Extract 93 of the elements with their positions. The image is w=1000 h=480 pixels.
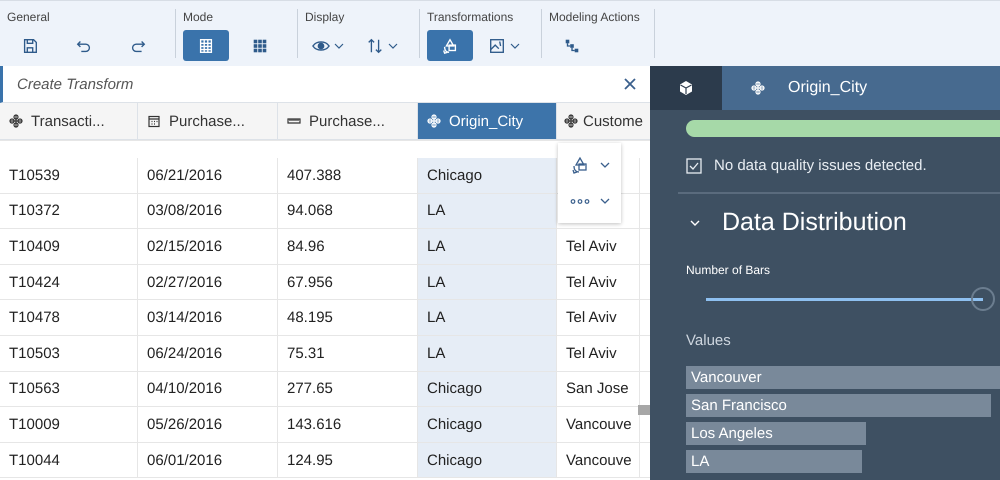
bar-label: San Francisco [691,397,787,414]
column-header[interactable]: Custome [557,103,650,139]
table-cell: T10044 [9,452,60,469]
table-cell: Vancouve [566,416,632,433]
caret-icon [600,162,610,168]
table-cell: Chicago [427,416,482,433]
values-label: Values [686,332,732,349]
table-cell: Tel Aviv [566,309,617,326]
table-cell: San Jose [566,380,629,398]
more-icon [570,198,590,204]
table-cell: T10539 [9,166,60,184]
group-label: Display [305,10,346,24]
table-cell: 06/21/2016 [147,166,222,184]
table-cell: 02/15/2016 [147,238,222,255]
table-cell: 277.65 [287,380,333,398]
dimension-icon [427,114,441,128]
save-icon [21,36,39,54]
caret-icon [600,198,610,204]
sort-arrows-icon [366,36,384,54]
table-cell: LA [427,274,446,291]
table-cell: T10424 [9,274,60,291]
table-cell: LA [427,344,446,362]
table-cell: 75.31 [287,344,325,362]
table-cell: T10409 [9,238,60,255]
cube-icon [678,80,694,96]
transform-button[interactable] [427,30,473,61]
table-cell: 84.96 [287,238,325,255]
table-cell: T10372 [9,202,60,220]
column-title: Purchase... [309,112,385,130]
caret-icon [388,42,398,48]
table-cell: Chicago [427,452,482,469]
table-cell: 03/08/2016 [147,202,222,220]
table-icon [197,36,215,54]
table-cell: 124.95 [287,452,333,469]
table-cell: 94.068 [287,202,333,220]
chevron-icon[interactable] [690,220,700,226]
table-cell: 04/10/2016 [147,380,222,398]
column-header[interactable]: Purchase... [138,103,278,139]
bar-label: LA [691,453,710,470]
table-cell: T10009 [9,416,60,433]
column-header[interactable]: Transacti... [0,103,138,139]
table-cell: 48.195 [287,309,333,326]
quality-message: No data quality issues detected. [714,157,927,174]
table-cell: 02/27/2016 [147,274,222,291]
section-title: Data Distribution [722,208,907,237]
table-cell: 06/01/2016 [147,452,222,469]
scrollbar-thumb[interactable] [638,405,650,415]
table-cell: 03/14/2016 [147,309,222,326]
bar-label: Los Angeles [691,425,773,442]
dimension-icon [564,114,578,128]
table-cell: LA [427,309,446,326]
table-cell: Tel Aviv [566,238,617,255]
table-button[interactable] [183,30,229,61]
table-cell: Chicago [427,166,482,184]
column-title: Transacti... [31,112,105,130]
close-icon[interactable] [624,78,636,90]
table-cell: 05/26/2016 [147,416,222,433]
transform-field[interactable]: Create Transform [17,76,624,92]
dimension-icon [750,80,766,96]
table-cell: LA [427,238,446,255]
group-label: Transformations [427,10,514,24]
caret-icon [510,42,520,48]
table-cell: 06/24/2016 [147,344,222,362]
image-icon [488,36,506,54]
group-label: Modeling Actions [549,10,640,24]
column-header[interactable]: Origin_City [418,103,557,139]
group-label: General [7,10,51,24]
column-title: Origin_City [449,112,524,130]
column-title: Custome [583,112,644,130]
table-cell: 407.388 [287,166,342,184]
cube-tab[interactable] [650,66,722,110]
table-cell: Tel Aviv [566,344,617,362]
grid-icon [251,36,269,54]
table-cell: Chicago [427,380,482,398]
table-cell: 67.956 [287,274,333,291]
table-cell: T10563 [9,380,60,398]
shapes-icon [441,36,459,54]
table-cell: T10503 [9,344,60,362]
table-cell: LA [427,202,446,220]
table-cell: Tel Aviv [566,274,617,291]
column-title: Purchase... [169,112,245,130]
group-label: Mode [183,10,214,24]
table-cell: Vancouve [566,452,632,469]
shapes-icon [570,155,590,175]
slider-label: Number of Bars [686,263,772,277]
table-cell: T10478 [9,309,60,326]
checkbox[interactable] [686,158,702,174]
hierarchy-icon [563,36,581,54]
dimension-icon [9,114,23,128]
calendar-icon [147,114,161,128]
bar-label: Vancouver [691,369,762,386]
caret-icon [334,42,344,48]
table-cell: 143.616 [287,416,342,433]
